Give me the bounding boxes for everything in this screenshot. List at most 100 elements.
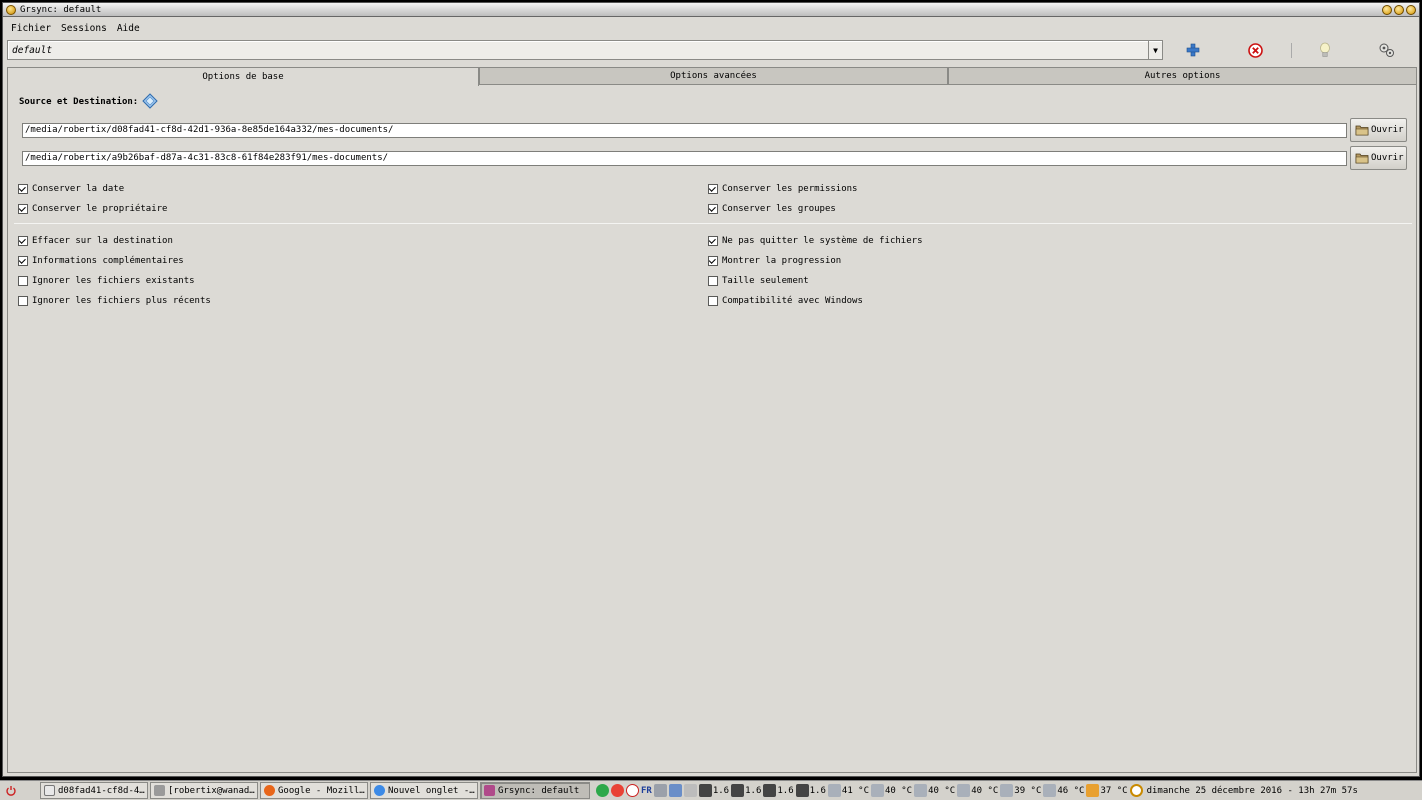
temperature-sensor: 40 °C — [957, 784, 998, 797]
hexchat-icon[interactable] — [596, 784, 609, 797]
checkbox[interactable] — [708, 256, 718, 266]
chrome-icon[interactable] — [611, 784, 624, 797]
start-menu-icon[interactable] — [2, 782, 20, 800]
temperature-sensor: 40 °C — [914, 784, 955, 797]
swap-diamond-icon[interactable] — [142, 93, 158, 109]
option-label: Ignorer les fichiers existants — [32, 276, 195, 286]
temperature-sensor: 41 °C — [827, 784, 869, 797]
checkbox[interactable] — [18, 276, 28, 286]
minimize-button[interactable] — [1382, 5, 1392, 15]
checkbox[interactable] — [18, 236, 28, 246]
menu-aide[interactable]: Aide — [117, 23, 140, 34]
option-label: Informations complémentaires — [32, 256, 184, 266]
task-grsync[interactable]: Grsync: default — [480, 782, 590, 799]
close-button[interactable] — [1406, 5, 1416, 15]
checkbox[interactable] — [18, 256, 28, 266]
option-preserve-time[interactable]: Conserver la date — [18, 184, 124, 194]
destination-open-button[interactable]: Ouvrir — [1350, 146, 1407, 170]
cpu-monitor: 1.6 — [698, 784, 729, 797]
dropdown-arrow-icon[interactable]: ▼ — [1148, 41, 1162, 59]
grsync-window: Grsync: default Fichier Sessions Aide de… — [2, 2, 1420, 777]
cpu-icon — [698, 784, 712, 797]
temperature-sensor: 46 °C — [1043, 784, 1084, 797]
option-label: Montrer la progression — [722, 256, 842, 266]
option-windows-compat[interactable]: Compatibilité avec Windows — [708, 296, 863, 306]
simulate-button[interactable] — [1311, 40, 1339, 60]
option-label: Conserver les permissions — [722, 184, 858, 194]
checkbox[interactable] — [18, 204, 28, 214]
option-preserve-group[interactable]: Conserver les groupes — [708, 204, 836, 214]
disk-icon — [827, 784, 841, 797]
source-path-input[interactable]: /media/robertix/d08fad41-cf8d-42d1-936a-… — [22, 123, 1347, 138]
options-divider — [14, 223, 1412, 224]
option-label: Ignorer les fichiers plus récents — [32, 296, 211, 306]
tab-advanced-options[interactable]: Options avancées — [479, 67, 948, 85]
search-icon[interactable] — [1129, 784, 1143, 797]
task-terminal[interactable]: [robertix@wanad… — [150, 782, 258, 799]
printer-icon[interactable] — [683, 784, 697, 797]
alarm-clock-icon[interactable] — [626, 784, 639, 797]
option-verbose[interactable]: Informations complémentaires — [18, 256, 184, 266]
grsync-icon — [484, 785, 495, 796]
disk-icon — [1000, 784, 1014, 797]
taskbar: d08fad41-cf8d-4… [robertix@wanad… Google… — [0, 780, 1422, 800]
cpu-monitor: 1.6 — [795, 784, 826, 797]
system-tray: FR 1.6 1.6 1.6 1.6 41 °C 40 °C 40 °C 40 … — [596, 784, 1358, 797]
power-icon — [6, 785, 16, 796]
clock[interactable]: dimanche 25 décembre 2016 - 13h 27m 57s — [1147, 786, 1358, 796]
keyboard-layout[interactable]: FR — [641, 786, 652, 796]
window-title: Grsync: default — [20, 5, 102, 15]
checkbox[interactable] — [708, 184, 718, 194]
source-open-button[interactable]: Ouvrir — [1350, 118, 1407, 142]
session-combo[interactable]: default ▼ — [7, 40, 1163, 60]
menu-sessions[interactable]: Sessions — [61, 23, 107, 34]
checkbox[interactable] — [708, 296, 718, 306]
option-skip-newer[interactable]: Ignorer les fichiers plus récents — [18, 296, 211, 306]
option-show-progress[interactable]: Montrer la progression — [708, 256, 841, 266]
checkbox[interactable] — [708, 204, 718, 214]
destination-path-input[interactable]: /media/robertix/a9b26baf-d87a-4c31-83c8-… — [22, 151, 1347, 166]
option-size-only[interactable]: Taille seulement — [708, 276, 809, 286]
disk-icon — [957, 784, 971, 797]
volume-icon[interactable] — [653, 784, 667, 797]
execute-button[interactable] — [1373, 40, 1401, 60]
delete-icon — [1247, 42, 1263, 58]
option-one-filesystem[interactable]: Ne pas quitter le système de fichiers — [708, 236, 922, 246]
task-label: Nouvel onglet -… — [388, 785, 475, 796]
checkbox[interactable] — [708, 276, 718, 286]
terminal-icon — [154, 785, 165, 796]
task-label: [robertix@wanad… — [168, 785, 255, 796]
temperature-sensor: 40 °C — [871, 784, 912, 797]
tab-basic-options[interactable]: Options de base — [7, 67, 479, 86]
tab-other-options[interactable]: Autres options — [948, 67, 1417, 85]
cpu-monitor: 1.6 — [763, 784, 794, 797]
task-file-manager[interactable]: d08fad41-cf8d-4… — [40, 782, 148, 799]
app-icon[interactable] — [6, 5, 16, 15]
checkbox[interactable] — [18, 296, 28, 306]
task-label: d08fad41-cf8d-4… — [58, 785, 145, 796]
option-preserve-owner[interactable]: Conserver le propriétaire — [18, 204, 167, 214]
disk-icon — [1043, 784, 1057, 797]
menu-fichier[interactable]: Fichier — [11, 23, 51, 34]
network-icon[interactable] — [668, 784, 682, 797]
add-session-button[interactable] — [1179, 40, 1207, 60]
task-label: Google - Mozill… — [278, 785, 365, 796]
delete-session-button[interactable] — [1241, 40, 1269, 60]
option-preserve-permissions[interactable]: Conserver les permissions — [708, 184, 857, 194]
chrome-icon — [374, 785, 385, 796]
temperature-sensor: 39 °C — [1000, 784, 1041, 797]
task-chrome[interactable]: Nouvel onglet -… — [370, 782, 478, 799]
option-label: Conserver la date — [32, 184, 125, 194]
open-label: Ouvrir — [1371, 153, 1404, 163]
menu-bar: Fichier Sessions Aide — [3, 18, 1419, 38]
checkbox[interactable] — [18, 184, 28, 194]
title-bar[interactable]: Grsync: default — [3, 3, 1419, 17]
cpu-icon — [731, 784, 745, 797]
task-firefox[interactable]: Google - Mozill… — [260, 782, 368, 799]
checkbox[interactable] — [708, 236, 718, 246]
maximize-button[interactable] — [1394, 5, 1404, 15]
option-delete-destination[interactable]: Effacer sur la destination — [18, 236, 173, 246]
session-toolbar: default ▼ — [7, 40, 1417, 62]
toolbar-separator — [1291, 43, 1292, 58]
option-ignore-existing[interactable]: Ignorer les fichiers existants — [18, 276, 195, 286]
